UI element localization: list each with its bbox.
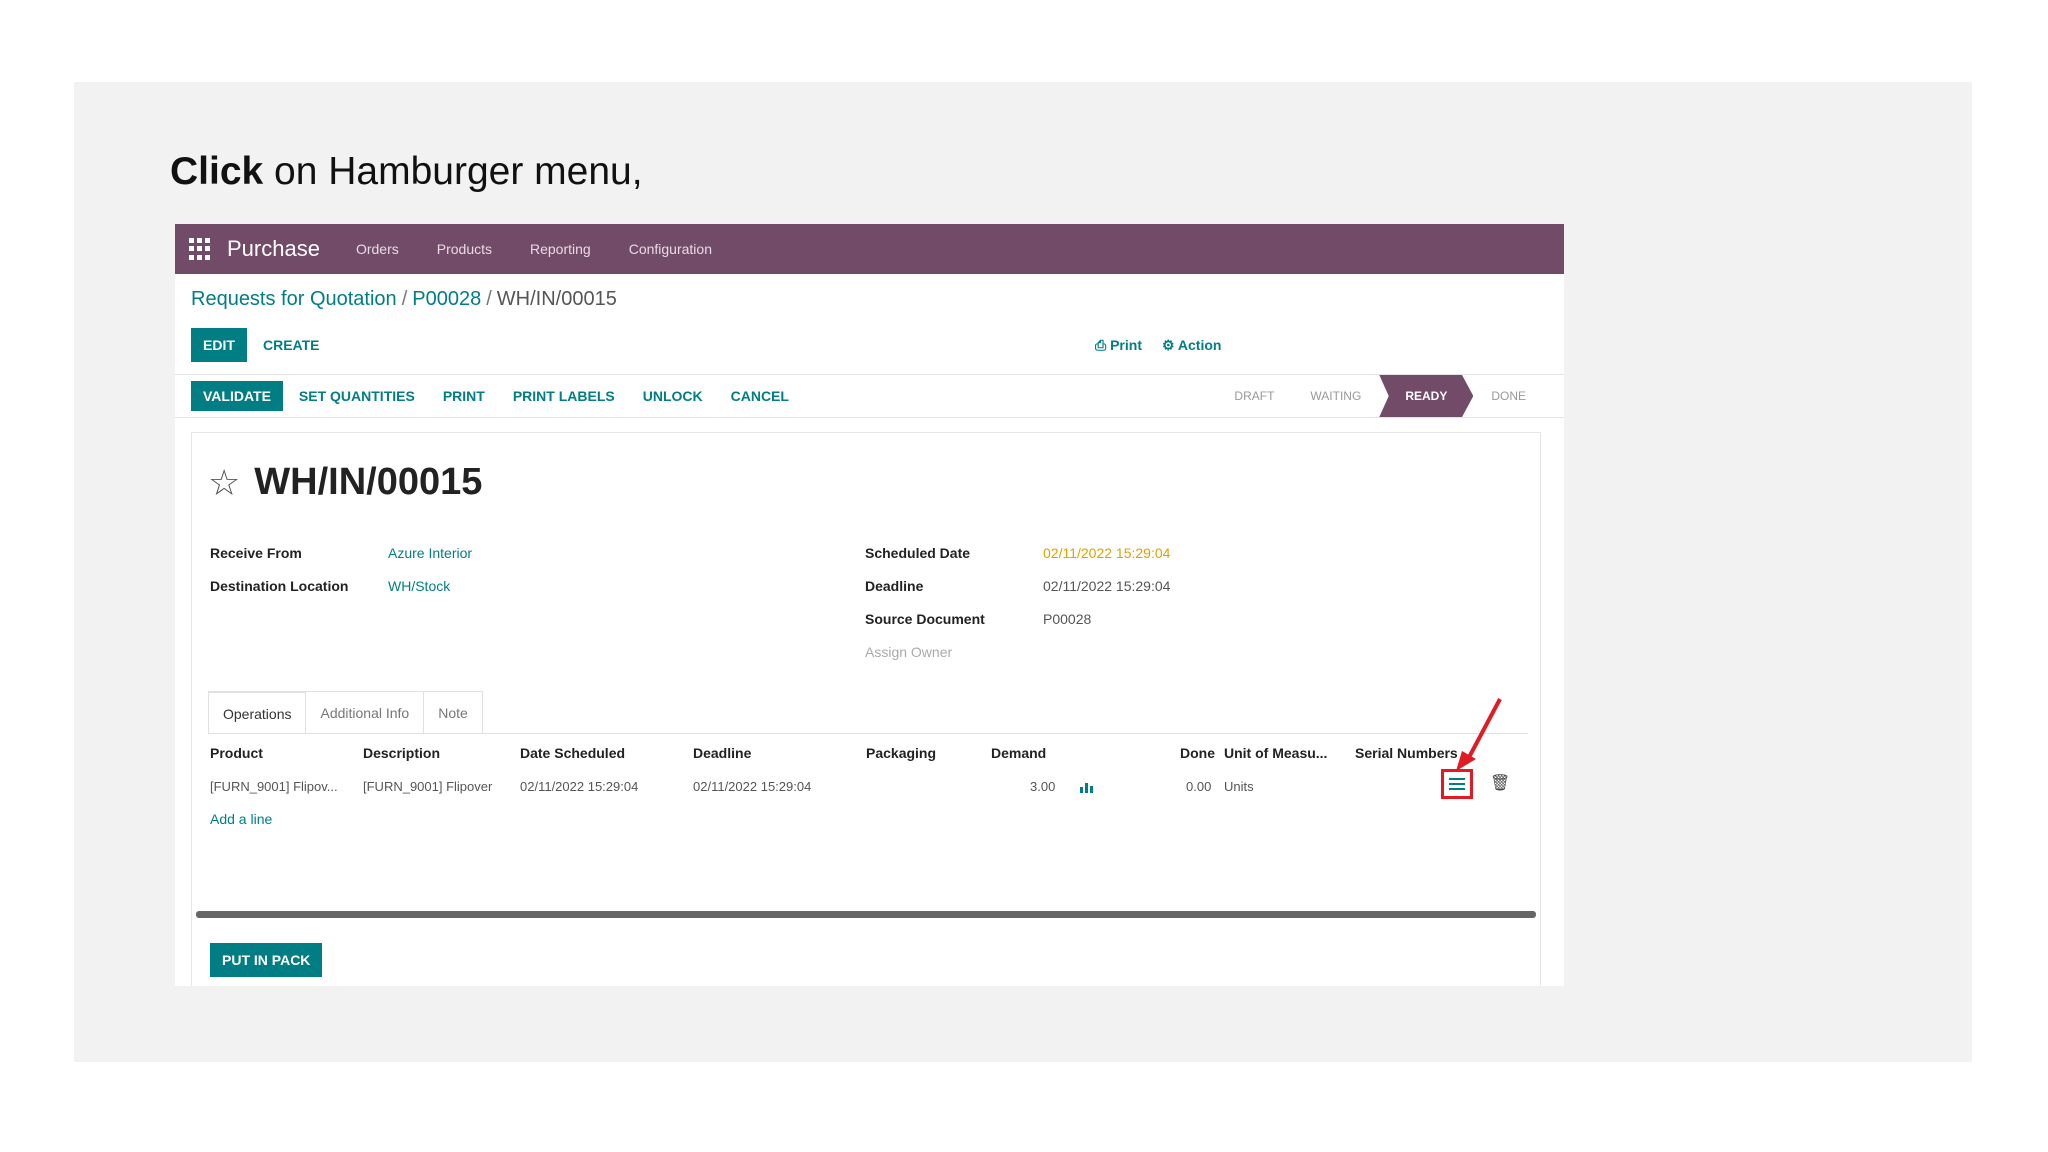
breadcrumb-rfq[interactable]: Requests for Quotation <box>191 288 397 310</box>
action-dropdown[interactable]: ⚙ Action <box>1162 337 1221 353</box>
horizontal-scrollbar[interactable] <box>196 911 1536 918</box>
edit-button[interactable]: EDIT <box>191 328 247 362</box>
top-navbar: Purchase Orders Products Reporting Confi… <box>175 224 1564 274</box>
print-button[interactable]: PRINT <box>443 388 485 404</box>
unlock-button[interactable]: UNLOCK <box>643 388 703 404</box>
add-line-link[interactable]: Add a line <box>210 811 272 827</box>
col-serial-numbers[interactable]: Serial Numbers <box>1355 745 1458 761</box>
validate-button[interactable]: VALIDATE <box>191 381 283 411</box>
source-document-value[interactable]: P00028 <box>1043 611 1091 627</box>
record-title: ☆ WH/IN/00015 <box>208 461 482 504</box>
record-name: WH/IN/00015 <box>254 461 483 503</box>
statusbar: VALIDATE SET QUANTITIES PRINT PRINT LABE… <box>175 374 1564 418</box>
stage-draft: DRAFT <box>1234 389 1275 403</box>
col-product[interactable]: Product <box>210 745 263 761</box>
receive-from-value[interactable]: Azure Interior <box>388 545 472 561</box>
row-done[interactable]: 0.00 <box>1186 779 1211 794</box>
row-deadline[interactable]: 02/11/2022 15:29:04 <box>693 779 811 794</box>
tabs-divider <box>208 733 1528 734</box>
col-packaging[interactable]: Packaging <box>866 745 936 761</box>
tab-operations[interactable]: Operations <box>208 691 307 733</box>
row-date-scheduled[interactable]: 02/11/2022 15:29:04 <box>520 779 638 794</box>
breadcrumb-po[interactable]: P00028 <box>412 288 481 310</box>
notebook-tabs: Operations Additional Info Note <box>208 691 483 733</box>
row-product[interactable]: [FURN_9001] Flipov... <box>210 779 338 794</box>
form-sheet: ☆ WH/IN/00015 Receive From Azure Interio… <box>191 432 1541 986</box>
row-description[interactable]: [FURN_9001] Flipover <box>363 779 492 794</box>
scheduled-date-label: Scheduled Date <box>865 545 971 561</box>
tab-note[interactable]: Note <box>423 691 483 733</box>
instruction-text: Click on Hamburger menu, <box>170 150 643 194</box>
stage-done: DONE <box>1491 389 1526 403</box>
star-icon[interactable]: ☆ <box>208 464 240 501</box>
nav-item-orders[interactable]: Orders <box>356 241 399 257</box>
breadcrumb-current: WH/IN/00015 <box>496 288 617 310</box>
hamburger-list-icon <box>1449 778 1465 790</box>
put-in-pack-button[interactable]: PUT IN PACK <box>210 943 323 977</box>
destination-value[interactable]: WH/Stock <box>388 578 450 594</box>
col-description[interactable]: Description <box>363 745 440 761</box>
print-action-group: ⎙ Print ⚙ Action <box>1095 337 1241 354</box>
nav-item-reporting[interactable]: Reporting <box>530 241 591 257</box>
col-date-scheduled[interactable]: Date Scheduled <box>520 745 625 761</box>
cancel-button[interactable]: CANCEL <box>731 388 789 404</box>
stage-waiting: WAITING <box>1310 389 1362 403</box>
nav-item-products[interactable]: Products <box>437 241 492 257</box>
odoo-screenshot: Purchase Orders Products Reporting Confi… <box>175 224 1564 986</box>
receive-from-label: Receive From <box>210 545 302 561</box>
stage-pipeline: DRAFT WAITING READY DONE <box>1216 375 1544 417</box>
set-quantities-button[interactable]: SET QUANTITIES <box>299 388 415 404</box>
deadline-value[interactable]: 02/11/2022 15:29:04 <box>1043 578 1170 594</box>
assign-owner-placeholder[interactable]: Assign Owner <box>865 644 952 660</box>
nav-item-configuration[interactable]: Configuration <box>629 241 712 257</box>
create-button[interactable]: CREATE <box>263 337 320 353</box>
deadline-label: Deadline <box>865 578 924 594</box>
instruction-rest: on Hamburger menu, <box>263 150 643 193</box>
col-deadline[interactable]: Deadline <box>693 745 751 761</box>
row-uom[interactable]: Units <box>1224 779 1254 794</box>
row-demand[interactable]: 3.00 <box>1030 779 1055 794</box>
breadcrumb-sep: / <box>401 288 408 310</box>
forecast-chart-icon[interactable] <box>1079 781 1095 793</box>
stage-ready: READY <box>1379 375 1474 417</box>
destination-label: Destination Location <box>210 578 349 594</box>
apps-grid-icon[interactable] <box>189 238 211 260</box>
breadcrumb-sep: / <box>486 288 492 310</box>
col-unit-of-measure[interactable]: Unit of Measu... <box>1224 745 1327 761</box>
breadcrumb: Requests for Quotation / P00028/WH/IN/0001… <box>191 288 617 311</box>
col-done[interactable]: Done <box>1180 745 1215 761</box>
instruction-bold: Click <box>170 150 264 193</box>
scheduled-date-value[interactable]: 02/11/2022 15:29:04 <box>1043 545 1170 561</box>
source-document-label: Source Document <box>865 611 985 627</box>
print-labels-button[interactable]: PRINT LABELS <box>513 388 615 404</box>
col-demand[interactable]: Demand <box>991 745 1046 761</box>
print-dropdown[interactable]: ⎙ Print <box>1095 337 1142 353</box>
red-arrow-icon <box>1456 698 1502 771</box>
tab-additional-info[interactable]: Additional Info <box>305 691 425 733</box>
app-name[interactable]: Purchase <box>227 236 320 262</box>
